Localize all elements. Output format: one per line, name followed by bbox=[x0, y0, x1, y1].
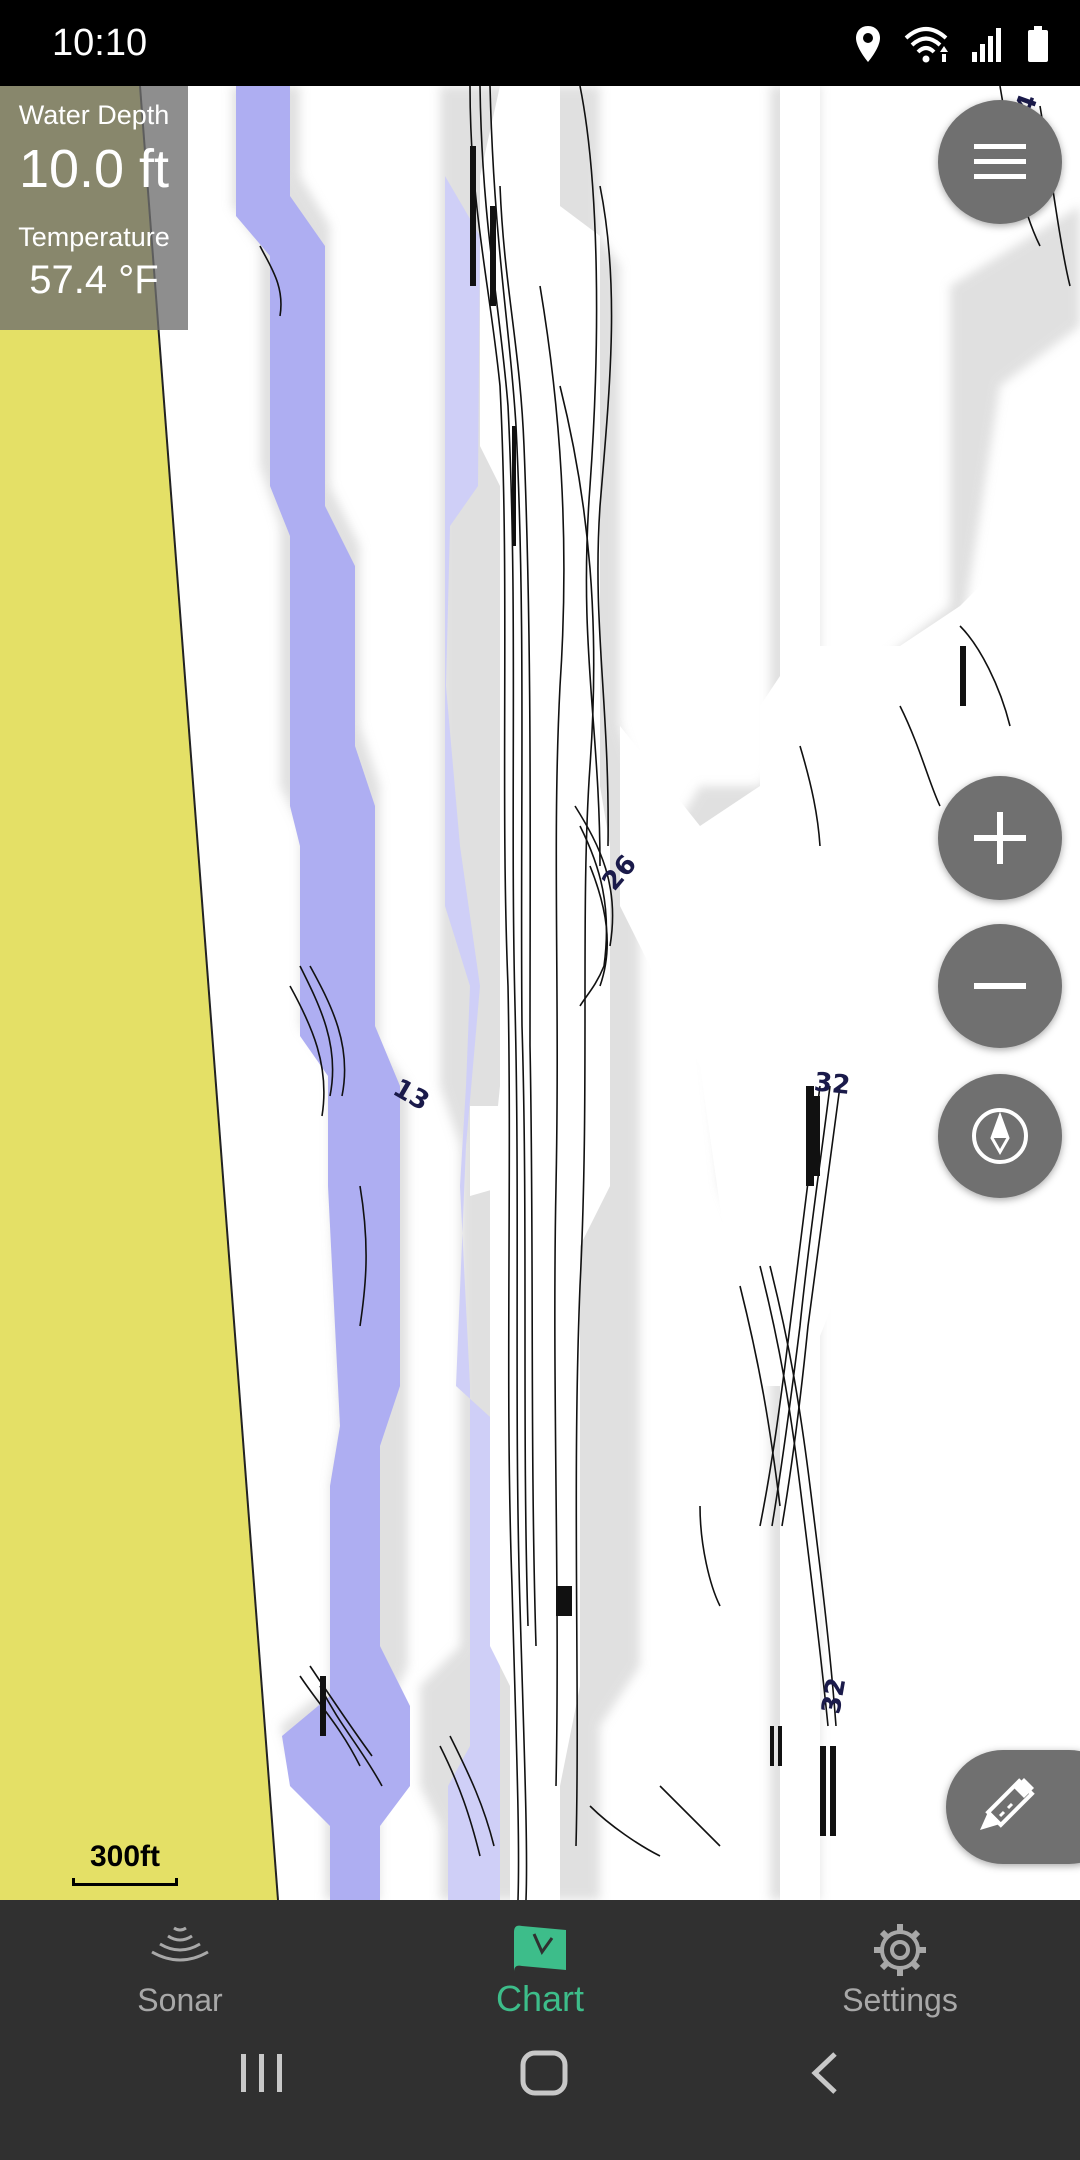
sonar-icon bbox=[151, 1926, 209, 1962]
edit-tool-button[interactable] bbox=[946, 1750, 1080, 1864]
plus-icon bbox=[974, 812, 1026, 864]
minus-icon bbox=[974, 983, 1026, 989]
depth-info-panel: Water Depth 10.0 ft Temperature 57.4 °F bbox=[0, 86, 188, 330]
zoom-out-button[interactable] bbox=[938, 924, 1062, 1048]
compass-button[interactable] bbox=[938, 1074, 1062, 1198]
temperature-label: Temperature bbox=[18, 222, 170, 252]
app-screen: 10:10 13 26 32 32 4 300ft Water Depth 10… bbox=[0, 0, 1080, 2160]
menu-icon bbox=[974, 144, 1026, 179]
signal-icon bbox=[972, 28, 1001, 62]
water-depth-label: Water Depth bbox=[18, 100, 170, 130]
system-navigation-bar bbox=[0, 2020, 1080, 2160]
nav-item-chart[interactable]: Chart bbox=[360, 1900, 720, 2020]
back-button[interactable] bbox=[766, 2050, 886, 2130]
nav-label-chart: Chart bbox=[495, 1978, 585, 2019]
status-time: 10:10 bbox=[52, 22, 148, 64]
battery-icon bbox=[1028, 26, 1048, 62]
back-icon bbox=[811, 2052, 837, 2094]
wifi-icon bbox=[904, 27, 948, 63]
scale-label: 300ft bbox=[89, 1840, 161, 1873]
zoom-in-button[interactable] bbox=[938, 776, 1062, 900]
depth-label-32-bottom: 32 bbox=[816, 1676, 852, 1717]
location-icon bbox=[856, 26, 880, 62]
scale-bar bbox=[72, 1878, 178, 1886]
recents-icon bbox=[241, 2054, 282, 2092]
home-icon bbox=[520, 2050, 568, 2096]
edit-ruler-icon bbox=[980, 1778, 1035, 1830]
dense-contours bbox=[320, 146, 966, 1836]
channel-core-3 bbox=[780, 86, 820, 1900]
status-bar: 10:10 bbox=[0, 0, 1080, 86]
chart-canvas: 13 26 32 32 4 bbox=[0, 86, 1080, 1900]
nav-label-sonar: Sonar bbox=[137, 1982, 223, 2018]
recents-button[interactable] bbox=[202, 2050, 322, 2130]
chart-map[interactable]: 13 26 32 32 4 300ft bbox=[0, 86, 1080, 1900]
bottom-navigation: Sonar Chart Settings bbox=[0, 1900, 1080, 2020]
home-button[interactable] bbox=[484, 2050, 604, 2130]
gear-icon bbox=[874, 1924, 926, 1976]
menu-button[interactable] bbox=[938, 100, 1062, 224]
nav-item-sonar[interactable]: Sonar bbox=[0, 1900, 360, 2020]
compass-icon bbox=[972, 1108, 1028, 1164]
chart-map-icon bbox=[514, 1925, 566, 1972]
temperature-value: 57.4 °F bbox=[29, 258, 159, 302]
land-area bbox=[0, 86, 278, 1900]
depth-label-32-top: 32 bbox=[813, 1067, 852, 1101]
status-icons bbox=[854, 22, 1050, 66]
nav-item-settings[interactable]: Settings bbox=[720, 1900, 1080, 2020]
water-depth-value: 10.0 ft bbox=[18, 139, 170, 199]
nav-label-settings: Settings bbox=[842, 1982, 958, 2018]
map-scale: 300ft bbox=[72, 1840, 178, 1886]
